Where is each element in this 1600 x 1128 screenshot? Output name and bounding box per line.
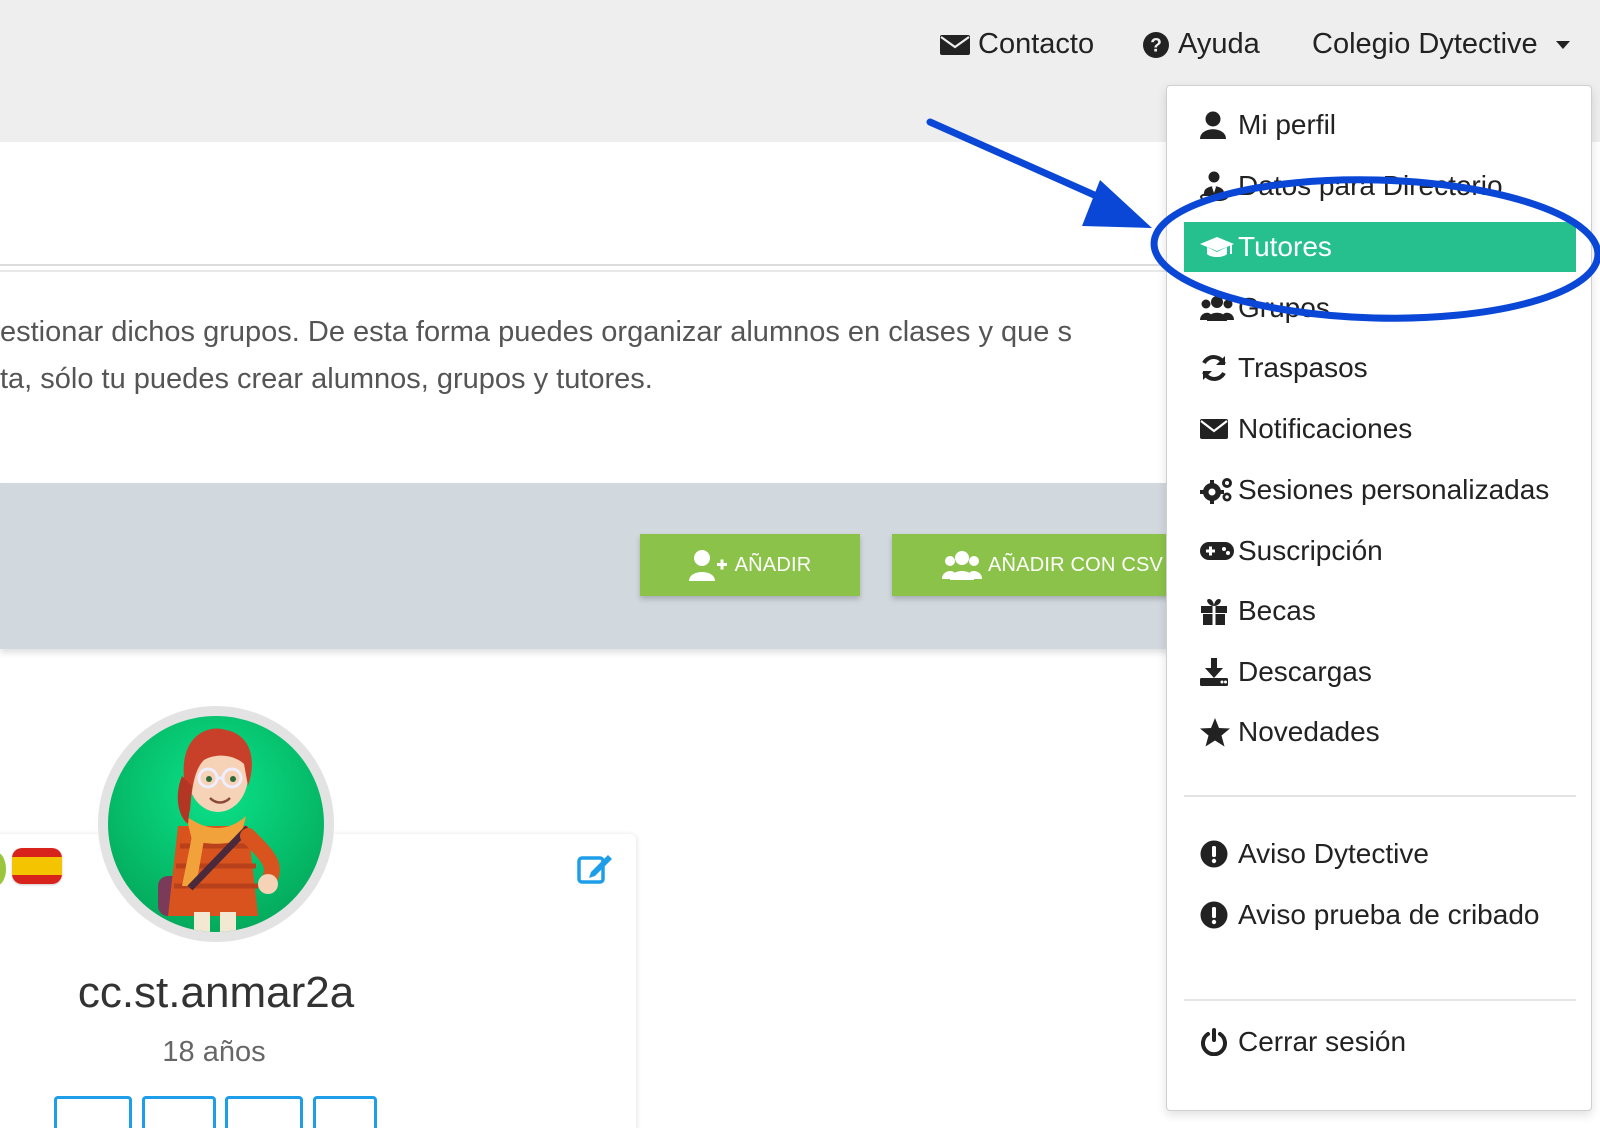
user-tie-icon: [1200, 171, 1228, 201]
download-icon: [1200, 658, 1228, 686]
gift-icon: [1201, 599, 1227, 625]
menu-item-label: Notificaciones: [1238, 413, 1413, 444]
edit-icon[interactable]: [577, 850, 613, 889]
exclamation-circle-icon: [1200, 840, 1228, 868]
gamepad-icon: [1200, 542, 1234, 560]
exclamation-circle-icon: [1200, 901, 1228, 929]
add-csv-label: AÑADIR CON CSV: [988, 553, 1164, 576]
menu-item-aviso-dytective[interactable]: Aviso Dytective: [1184, 829, 1576, 879]
menu-item-label: Grupos: [1238, 292, 1330, 323]
user-icon: [1200, 111, 1226, 139]
menu-item-label: Cerrar sesión: [1238, 1026, 1407, 1057]
card-action-button-4[interactable]: [313, 1096, 377, 1128]
menu-item-sesiones[interactable]: Sesiones personalizadas: [1184, 465, 1576, 515]
star-icon: [1200, 717, 1230, 746]
add-student-button[interactable]: AÑADIR: [640, 534, 860, 596]
menu-item-grupos[interactable]: Grupos: [1184, 283, 1576, 333]
account-dropdown-menu: Mi perfil Datos para Directorio Tutores …: [1166, 85, 1592, 1111]
menu-item-notificaciones[interactable]: Notificaciones: [1184, 404, 1576, 454]
page: Contacto ? Ayuda Colegio Dytective estio…: [0, 0, 1600, 1128]
menu-item-label: Novedades: [1238, 716, 1380, 747]
intro-text-line-2: ta, sólo tu puedes crear alumnos, grupos…: [0, 363, 653, 395]
menu-item-descargas[interactable]: Descargas: [1184, 647, 1576, 697]
nav-contact-link[interactable]: Contacto: [940, 28, 1094, 61]
header-divider-secondary: [0, 270, 1170, 272]
menu-item-label: Aviso prueba de cribado: [1238, 899, 1540, 930]
menu-item-label: Descargas: [1238, 656, 1372, 687]
intro-text-line-1: estionar dichos grupos. De esta forma pu…: [0, 316, 1072, 348]
menu-divider: [1184, 999, 1576, 1001]
envelope-icon: [940, 34, 970, 55]
svg-text:?: ?: [1150, 35, 1162, 56]
spain-flag-icon: [12, 848, 62, 884]
menu-item-label: Traspasos: [1238, 352, 1368, 383]
nav-help-link[interactable]: ? Ayuda: [1142, 28, 1260, 61]
account-menu-toggle[interactable]: Colegio Dytective: [1312, 28, 1570, 61]
nav-contact-label: Contacto: [978, 28, 1095, 60]
chevron-down-icon: [1555, 40, 1570, 49]
menu-item-label: Suscripción: [1238, 535, 1383, 566]
menu-item-mi-perfil[interactable]: Mi perfil: [1184, 100, 1576, 150]
character-illustration: [158, 728, 280, 932]
menu-item-label: Datos para Directorio: [1238, 170, 1503, 201]
cogs-icon: [1200, 478, 1232, 504]
menu-item-label: Tutores: [1238, 231, 1332, 262]
menu-item-tutores[interactable]: Tutores: [1184, 222, 1576, 272]
menu-divider: [1184, 795, 1576, 797]
header-divider: [0, 264, 1170, 266]
menu-item-aviso-cribado[interactable]: Aviso prueba de cribado: [1184, 890, 1576, 940]
menu-item-becas[interactable]: Becas: [1184, 586, 1576, 636]
menu-item-label: Sesiones personalizadas: [1238, 474, 1550, 505]
users-icon: [1200, 296, 1234, 321]
envelope-icon: [1200, 419, 1228, 439]
card-action-button-3[interactable]: [225, 1096, 303, 1128]
page-header: [0, 142, 1170, 264]
student-age: 18 años: [162, 1036, 266, 1068]
nav-help-label: Ayuda: [1178, 28, 1260, 60]
menu-item-label: Becas: [1238, 595, 1316, 626]
menu-item-datos-directorio[interactable]: Datos para Directorio: [1184, 161, 1576, 211]
menu-item-cerrar-sesion[interactable]: Cerrar sesión: [1184, 1017, 1576, 1067]
menu-item-label: Mi perfil: [1238, 109, 1337, 140]
users-icon: [942, 551, 982, 580]
add-csv-button[interactable]: AÑADIR CON CSV: [892, 534, 1182, 596]
sync-icon: [1202, 355, 1226, 381]
menu-item-novedades[interactable]: Novedades: [1184, 707, 1576, 757]
card-action-button-1[interactable]: [54, 1096, 132, 1128]
menu-item-suscripcion[interactable]: Suscripción: [1184, 526, 1576, 576]
student-name: cc.st.anmar2a: [77, 968, 355, 1017]
add-student-label: AÑADIR: [734, 553, 812, 576]
avatar: [108, 716, 324, 932]
menu-item-label: Aviso Dytective: [1238, 838, 1429, 869]
question-circle-icon: ?: [1143, 31, 1169, 58]
card-action-button-2[interactable]: [142, 1096, 216, 1128]
power-off-icon: [1201, 1028, 1227, 1056]
user-plus-icon: [688, 550, 727, 581]
account-name: Colegio Dytective: [1312, 28, 1538, 60]
menu-item-traspasos[interactable]: Traspasos: [1184, 343, 1576, 393]
graduation-cap-icon: [1200, 237, 1234, 257]
